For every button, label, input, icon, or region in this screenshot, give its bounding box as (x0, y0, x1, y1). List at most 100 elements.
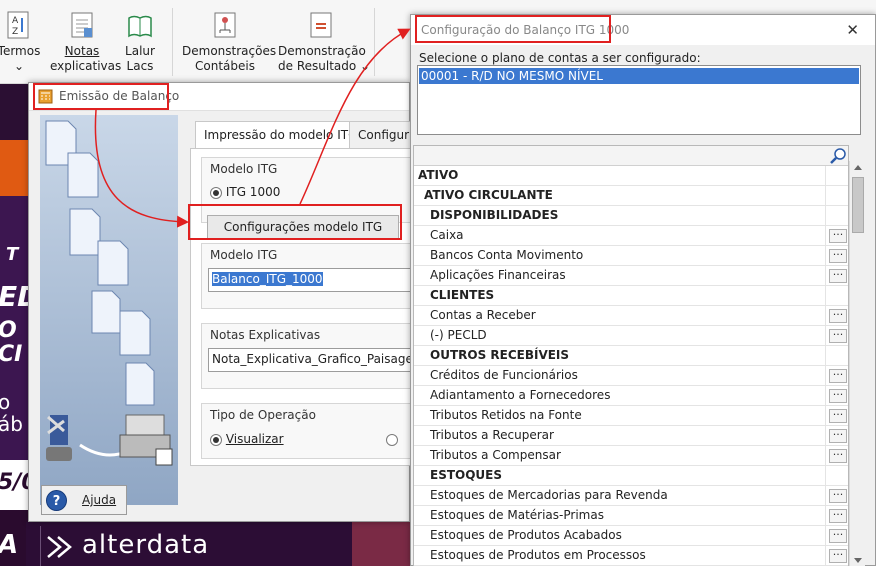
grid-row[interactable]: Tributos a Recuperar ··· (414, 426, 848, 446)
radio-button[interactable] (210, 186, 222, 199)
tab-impressao[interactable]: Impressão do modelo ITG (195, 121, 367, 149)
grid-row[interactable]: Estoques de Matérias-Primas ··· (414, 506, 848, 526)
documents-printer-illustration (40, 115, 178, 505)
configuracao-balanco-window: Configuração do Balanço ITG 1000 ✕ Selec… (410, 14, 876, 566)
grid-row-action-cell: ··· (826, 226, 848, 246)
scroll-down-icon[interactable] (854, 558, 862, 563)
ellipsis-button[interactable]: ··· (829, 429, 847, 443)
grid-row[interactable]: OUTROS RECEBÍVEIS (414, 346, 848, 366)
plan-list-item[interactable]: 00001 - R/D NO MESMO NÍVEL (419, 68, 859, 84)
grid-row[interactable]: (-) PECLD ··· (414, 326, 848, 346)
grid-row-label: Caixa (414, 226, 826, 246)
tab-configuracao[interactable]: Configur (349, 121, 411, 148)
ribbon-lalur[interactable]: Lalur Lacs (120, 10, 160, 74)
grid-row[interactable]: Tributos Retidos na Fonte ··· (414, 406, 848, 426)
scroll-up-icon[interactable] (854, 165, 862, 170)
group-notas-explicativas: Notas Explicativas Nota_Explicativa_Graf… (201, 323, 416, 389)
ribbon-demonstracao-label: Demonstração (278, 44, 366, 58)
grid-row[interactable]: ATIVO CIRCULANTE (414, 186, 848, 206)
alterdata-logo-icon (47, 536, 72, 558)
ellipsis-button[interactable]: ··· (829, 509, 847, 523)
grid-row-action-cell: ··· (826, 486, 848, 506)
grid-row[interactable]: Créditos de Funcionários ··· (414, 366, 848, 386)
plan-select-label: Selecione o plano de contas a ser config… (419, 51, 701, 65)
scroll-thumb[interactable] (852, 177, 864, 233)
screen: AZ Termos ⌄ Notas explicativas Lalur Lac… (0, 0, 876, 566)
ellipsis-button[interactable]: ··· (829, 409, 847, 423)
tab-impressao-label: Impressão do modelo ITG (204, 128, 358, 142)
ribbon-demonstracao-resultado[interactable]: Demonstração de Resultado ⌄ (278, 10, 370, 74)
svg-text:Z: Z (12, 27, 18, 37)
grid-row-action-cell: ··· (826, 246, 848, 266)
ellipsis-button[interactable]: ··· (829, 229, 847, 243)
radio-imprimir[interactable] (386, 432, 398, 446)
group-tipo-operacao: Tipo de Operação Visualizar (201, 403, 413, 459)
ribbon-termos[interactable]: AZ Termos ⌄ (0, 10, 44, 74)
grid-row-label: Estoques de Matérias-Primas (414, 506, 826, 526)
group-label: Notas Explicativas (210, 328, 321, 342)
grid-row[interactable]: Estoques de Produtos Acabados ··· (414, 526, 848, 546)
close-icon[interactable]: ✕ (846, 21, 859, 39)
grid-row-label: Tributos Retidos na Fonte (414, 406, 826, 426)
vertical-scrollbar[interactable] (849, 161, 865, 566)
grid-row-action-cell: ··· (826, 506, 848, 526)
ellipsis-button[interactable]: ··· (829, 269, 847, 283)
grid-row-label: Créditos de Funcionários (414, 366, 826, 386)
highlight-box (188, 204, 402, 240)
ribbon-demonstracao-label2: de Resultado (278, 59, 357, 73)
plan-item-label: 00001 - R/D NO MESMO NÍVEL (421, 69, 603, 83)
grid-row-label: Estoques de Produtos em Processos (414, 546, 826, 566)
grid-row-action-cell (826, 166, 848, 186)
ajuda-button[interactable]: ? Ajuda (41, 485, 127, 515)
grid-row-label: Bancos Conta Movimento (414, 246, 826, 266)
ellipsis-button[interactable]: ··· (829, 249, 847, 263)
radio-itg1000[interactable]: ITG 1000 (210, 185, 280, 199)
background-text: áb (0, 412, 23, 436)
ellipsis-button[interactable]: ··· (829, 309, 847, 323)
emissao-balanco-window: Emissão de Balanço Impressão do modelo I… (28, 82, 416, 522)
grid-row[interactable]: Estoques de Mercadorias para Revenda ··· (414, 486, 848, 506)
grid-row[interactable]: Estoques de Produtos em Processos ··· (414, 546, 848, 566)
ribbon-demonstracoes[interactable]: Demonstrações Contábeis (182, 10, 276, 74)
ribbon-demonstracoes-label2: Contábeis (195, 59, 255, 73)
svg-text:A: A (12, 16, 19, 26)
search-icon[interactable] (828, 147, 849, 165)
ellipsis-button[interactable]: ··· (829, 529, 847, 543)
book-az-icon: AZ (7, 11, 29, 39)
grid-row-label: Tributos a Compensar (414, 446, 826, 466)
radio-button[interactable] (386, 433, 398, 446)
grid-row[interactable]: CLIENTES (414, 286, 848, 306)
grid-row-action-cell: ··· (826, 386, 848, 406)
grid-row-action-cell (826, 186, 848, 206)
grid-row[interactable]: Contas a Receber ··· (414, 306, 848, 326)
grid-row-action-cell: ··· (826, 406, 848, 426)
ribbon-lalur-label2: Lacs (126, 59, 154, 73)
open-book-icon (128, 15, 152, 38)
notes-icon (71, 12, 93, 38)
grid-row-label: Estoques de Mercadorias para Revenda (414, 486, 826, 506)
brand-text: alterdata (82, 530, 210, 560)
modelo-file-field[interactable]: Balanco_ITG_1000 (208, 268, 416, 292)
grid-row[interactable]: Bancos Conta Movimento ··· (414, 246, 848, 266)
ellipsis-button[interactable]: ··· (829, 369, 847, 383)
ribbon-notas[interactable]: Notas explicativas (50, 10, 121, 74)
plan-listbox[interactable]: 00001 - R/D NO MESMO NÍVEL (417, 65, 861, 135)
radio-visualizar[interactable]: Visualizar (210, 432, 284, 446)
ellipsis-button[interactable]: ··· (829, 389, 847, 403)
grid-row[interactable]: DISPONIBILIDADES (414, 206, 848, 226)
grid-row[interactable]: ATIVO (414, 166, 848, 186)
grid-row[interactable]: Tributos a Compensar ··· (414, 446, 848, 466)
notas-file-field[interactable]: Nota_Explicativa_Grafico_Paisagem.rtf (208, 348, 416, 372)
group-label: Modelo ITG (210, 248, 278, 262)
ribbon-lalur-label: Lalur (125, 44, 155, 58)
grid-row-action-cell: ··· (826, 326, 848, 346)
grid-row[interactable]: Adiantamento a Fornecedores ··· (414, 386, 848, 406)
ellipsis-button[interactable]: ··· (829, 489, 847, 503)
ellipsis-button[interactable]: ··· (829, 549, 847, 563)
ellipsis-button[interactable]: ··· (829, 329, 847, 343)
grid-row[interactable]: Aplicações Financeiras ··· (414, 266, 848, 286)
grid-row[interactable]: ESTOQUES (414, 466, 848, 486)
grid-row[interactable]: Caixa ··· (414, 226, 848, 246)
ellipsis-button[interactable]: ··· (829, 449, 847, 463)
radio-button[interactable] (210, 433, 222, 446)
